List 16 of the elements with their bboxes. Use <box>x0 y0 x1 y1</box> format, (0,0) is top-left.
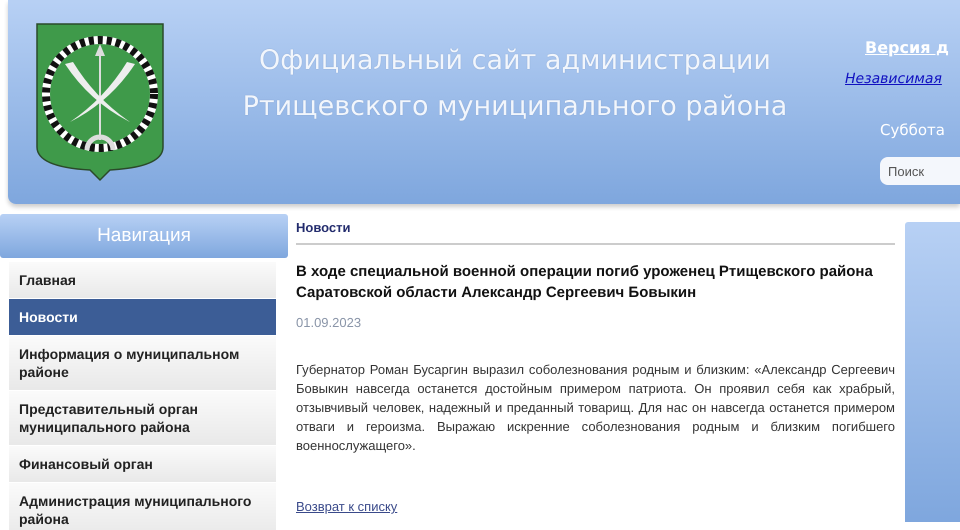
site-title: Официальный сайт администрации Ртищевского муниципального района <box>242 44 788 124</box>
independent-link[interactable]: Независимая <box>845 71 942 87</box>
article-date: 01.09.2023 <box>296 315 362 330</box>
nav-item[interactable]: Администрация муниципального района <box>9 483 276 530</box>
nav-item[interactable]: Финансовый орган <box>9 446 276 483</box>
nav-item[interactable]: Главная <box>9 262 276 299</box>
back-link[interactable]: Возврат к списку <box>296 499 398 514</box>
nav-item[interactable]: Информация о муниципальном районе <box>9 336 276 391</box>
search-field[interactable]: Поиск <box>880 157 960 185</box>
nav-item[interactable]: Представительный орган муниципального района <box>9 391 276 446</box>
nav-item[interactable]: Новости <box>9 299 276 336</box>
navigation-header: Навигация <box>0 214 288 258</box>
date-text: Суббота <box>880 121 945 139</box>
article-text: Губернатор Роман Бусаргин выразил соболезнования родным и близким: «Александр Сергеевич Бовыкин навсегда останется достойным примером патриота. Он проявил себя как храбрый, отзывчивый человек, надежный и преданный товарищ. Для нас он навсегда останется примером отваги и героизма. Выражаю искренние соболезнования родным и близким погибшего военнослужащего». <box>296 361 895 455</box>
section-heading: Новости <box>296 214 895 245</box>
article-title: В ходе специальной военной операции погиб уроженец Ртищевского района Саратовской области Александр Сергеевич Бовыкин <box>296 262 874 303</box>
